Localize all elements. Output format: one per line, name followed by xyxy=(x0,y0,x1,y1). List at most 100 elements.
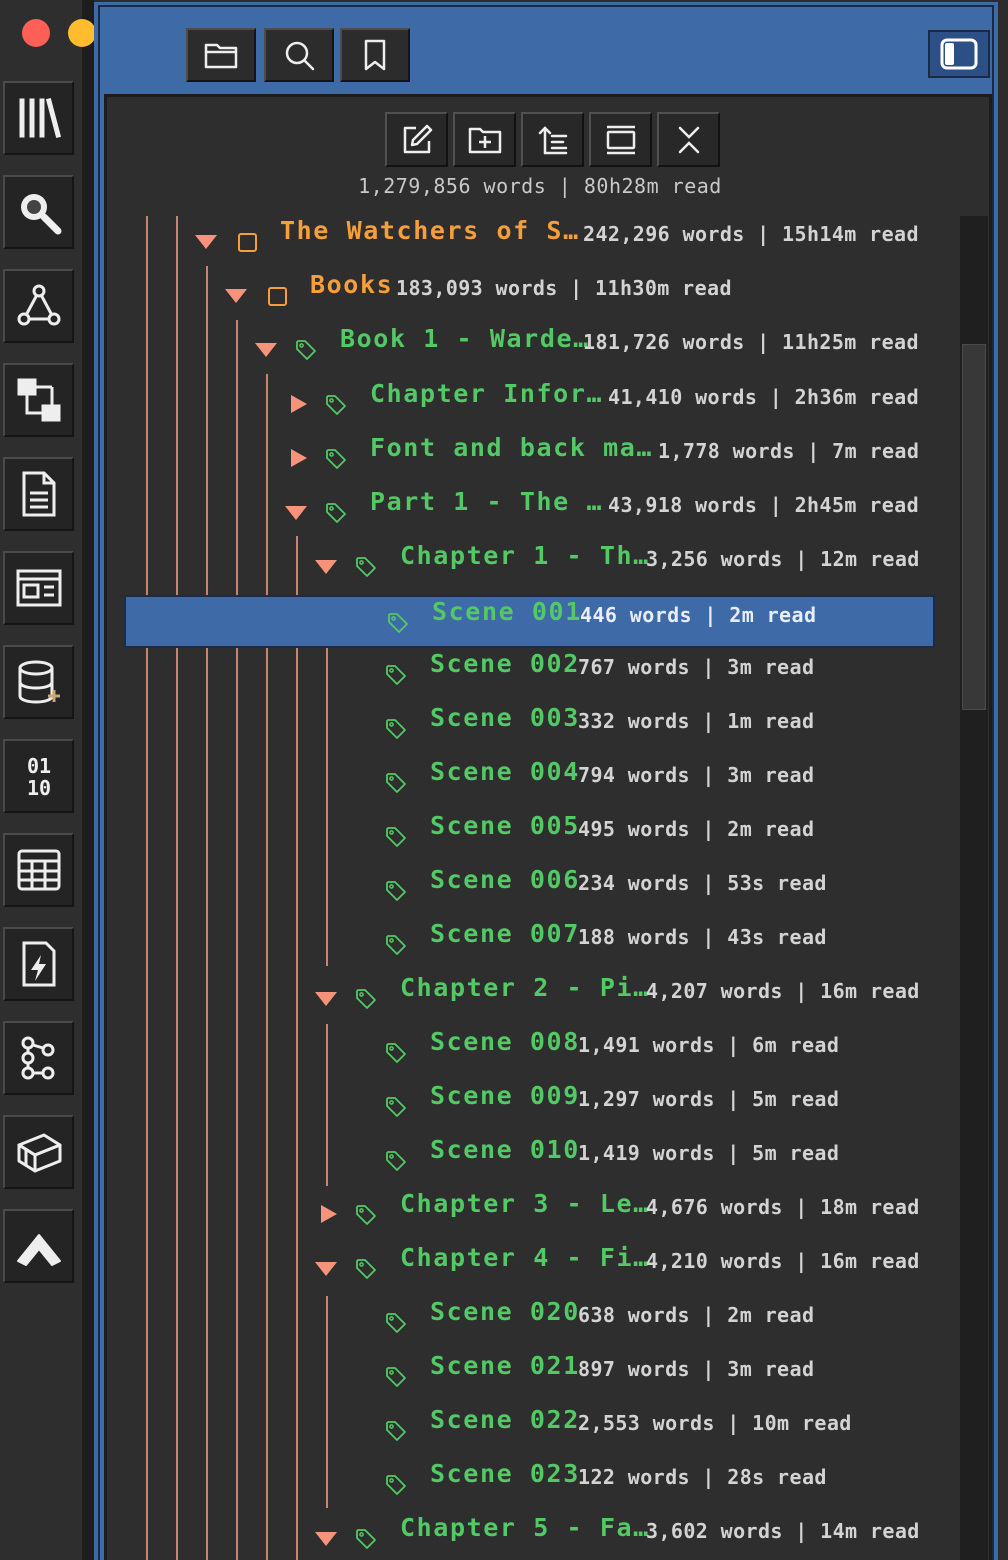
tag-icon xyxy=(386,1421,406,1441)
library-button[interactable] xyxy=(3,81,74,155)
tree-item-word-count: 183,093 words | 11h30m read xyxy=(396,276,732,300)
tree-item-word-count: 4,207 words | 16m read xyxy=(646,979,920,1003)
tree-row[interactable]: Book 1 - Warde… 181,726 words | 11h25m re… xyxy=(0,318,960,372)
sidebar-toggle-icon xyxy=(940,38,978,70)
tree-item-word-count: 3,602 words | 14m read xyxy=(646,1519,920,1543)
tree-item-word-count: 4,676 words | 18m read xyxy=(646,1195,920,1219)
expanded-triangle-icon[interactable] xyxy=(195,235,217,249)
collapsed-triangle-icon[interactable] xyxy=(291,395,307,413)
tree-row[interactable]: Scene 007 188 words | 43s read xyxy=(0,913,960,967)
tree-row[interactable]: Scene 004 794 words | 3m read xyxy=(0,751,960,805)
tree-item-title: Chapter 1 - Th… xyxy=(400,541,650,570)
edit-icon xyxy=(403,124,432,153)
tree-item-word-count: 1,778 words | 7m read xyxy=(658,439,920,463)
tree-item-title: Scene 021 xyxy=(430,1351,580,1380)
expanded-triangle-icon[interactable] xyxy=(225,289,247,303)
tree-row[interactable]: Chapter 1 - Th… 3,256 words | 12m read xyxy=(0,535,960,589)
tree-row[interactable]: Scene 003 332 words | 1m read xyxy=(0,697,960,751)
tree-row[interactable]: Scene 005 495 words | 2m read xyxy=(0,805,960,859)
collapsed-triangle-icon[interactable] xyxy=(291,449,307,467)
tree-row[interactable]: Scene 020 638 words | 2m read xyxy=(0,1291,960,1345)
sort-button[interactable] xyxy=(521,112,584,167)
library-icon xyxy=(19,97,61,139)
tree-row[interactable]: The Watchers of S… 242,296 words | 15h14m… xyxy=(0,210,960,264)
tree-row[interactable]: Font and back ma… 1,778 words | 7m read xyxy=(0,427,960,481)
tree-row[interactable]: Scene 023 122 words | 28s read xyxy=(0,1453,960,1507)
close-window-button[interactable] xyxy=(22,19,50,47)
tree-item-title: Scene 023 xyxy=(430,1459,580,1488)
open-folder-button[interactable] xyxy=(186,28,256,82)
bookmark-button[interactable] xyxy=(340,28,410,82)
tag-icon xyxy=(386,719,406,739)
tree-row[interactable]: Chapter 4 - Fi… 4,210 words | 16m read xyxy=(0,1237,960,1291)
search-icon xyxy=(285,41,315,71)
tree-item-title: Chapter 4 - Fi… xyxy=(400,1243,650,1272)
tree-item-word-count: 446 words | 2m read xyxy=(580,603,817,627)
tree-item-title: Scene 006 xyxy=(430,865,580,894)
tree-row[interactable]: Scene 009 1,297 words | 5m read xyxy=(0,1075,960,1129)
expanded-triangle-icon[interactable] xyxy=(315,1532,337,1546)
tree-item-title: Scene 010 xyxy=(430,1135,580,1164)
tree-item-title: Scene 008 xyxy=(430,1027,580,1056)
tree-item-title: Chapter 5 - Fa… xyxy=(400,1513,650,1542)
word-count-summary: 1,279,856 words | 80h28m read xyxy=(358,174,722,198)
folder-outline-icon xyxy=(238,233,257,252)
tree-row[interactable]: Chapter 5 - Fa… 3,602 words | 14m read xyxy=(0,1507,960,1560)
tree-row[interactable]: Scene 022 2,553 words | 10m read xyxy=(0,1399,960,1453)
expanded-triangle-icon[interactable] xyxy=(315,992,337,1006)
tag-icon xyxy=(356,1205,376,1225)
tree-row[interactable]: Scene 021 897 words | 3m read xyxy=(0,1345,960,1399)
tree-item-title: Font and back ma… xyxy=(370,433,654,462)
tree-item-word-count: 234 words | 53s read xyxy=(578,871,827,895)
tree-item-word-count: 794 words | 3m read xyxy=(578,763,815,787)
scrollbar-thumb[interactable] xyxy=(962,344,986,710)
collapsed-triangle-icon[interactable] xyxy=(321,1205,337,1223)
search-button[interactable] xyxy=(264,28,334,82)
tree-item-word-count: 1,419 words | 5m read xyxy=(578,1141,840,1165)
tag-icon xyxy=(356,557,376,577)
tree-item-word-count: 1,491 words | 6m read xyxy=(578,1033,840,1057)
tag-icon xyxy=(386,1367,406,1387)
expanded-triangle-icon[interactable] xyxy=(315,1262,337,1276)
tree-row[interactable]: Scene 010 1,419 words | 5m read xyxy=(0,1129,960,1183)
tag-icon xyxy=(326,503,346,523)
tree-item-word-count: 495 words | 2m read xyxy=(578,817,815,841)
tree-item-title: The Watchers of S… xyxy=(280,216,580,245)
tree-item-title: Scene 002 xyxy=(430,649,580,678)
tag-icon xyxy=(386,827,406,847)
expanded-triangle-icon[interactable] xyxy=(285,506,307,520)
collapse-button[interactable] xyxy=(589,112,652,167)
new-folder-button[interactable] xyxy=(453,112,516,167)
tree-row[interactable]: Part 1 - The … 43,918 words | 2h45m read xyxy=(0,481,960,535)
tree-row[interactable]: Chapter 3 - Le… 4,676 words | 18m read xyxy=(0,1183,960,1237)
tag-icon xyxy=(386,1097,406,1117)
tree-row[interactable]: Scene 008 1,491 words | 6m read xyxy=(0,1021,960,1075)
bookmark-icon xyxy=(364,39,386,71)
sidebar-toggle-button[interactable] xyxy=(928,30,990,78)
tag-icon xyxy=(386,1151,406,1171)
tag-icon xyxy=(386,935,406,955)
close-button[interactable] xyxy=(657,112,720,167)
tree-row-selected[interactable]: Scene 001 446 words | 2m read xyxy=(0,591,960,645)
sort-icon xyxy=(538,125,567,154)
tag-icon xyxy=(326,395,346,415)
minimize-window-button[interactable] xyxy=(68,19,96,47)
tree-item-title: Scene 007 xyxy=(430,919,580,948)
edit-button[interactable] xyxy=(385,112,448,167)
tree-row[interactable]: Scene 006 234 words | 53s read xyxy=(0,859,960,913)
tree-row[interactable]: Chapter 2 - Pi… 4,207 words | 16m read xyxy=(0,967,960,1021)
tree-item-word-count: 897 words | 3m read xyxy=(578,1357,815,1381)
tree-row[interactable]: Books 183,093 words | 11h30m read xyxy=(0,264,960,318)
tree-row[interactable]: Scene 002 767 words | 3m read xyxy=(0,643,960,697)
tag-icon xyxy=(386,1313,406,1333)
expanded-triangle-icon[interactable] xyxy=(255,343,277,357)
expanded-triangle-icon[interactable] xyxy=(315,560,337,574)
tag-icon xyxy=(386,773,406,793)
tree-item-title: Scene 009 xyxy=(430,1081,580,1110)
tag-icon xyxy=(386,1043,406,1063)
tree-item-title: Books xyxy=(310,270,394,299)
tree-item-word-count: 1,297 words | 5m read xyxy=(578,1087,840,1111)
folder-outline-icon xyxy=(268,287,287,306)
tree-item-title: Scene 001 xyxy=(432,597,582,626)
tree-row[interactable]: Chapter Infor… 41,410 words | 2h36m read xyxy=(0,373,960,427)
